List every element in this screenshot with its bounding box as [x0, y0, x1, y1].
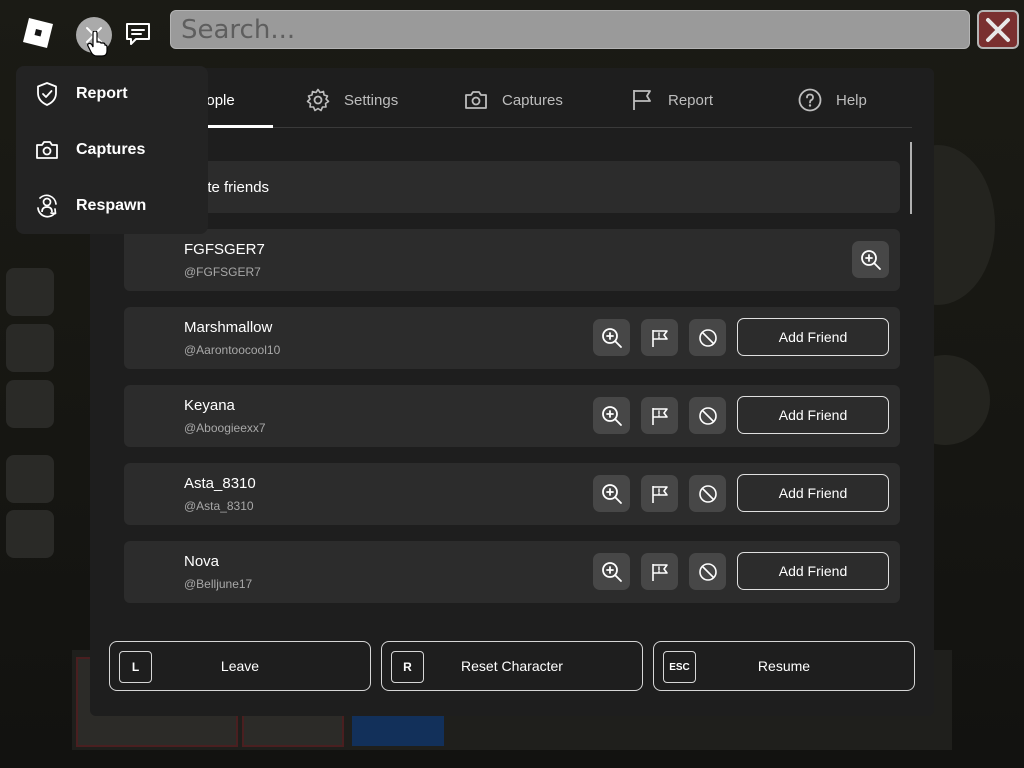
- leave-button[interactable]: L Leave: [109, 641, 371, 691]
- player-handle: @Aarontoocool10: [184, 343, 281, 357]
- block-icon: [698, 328, 717, 347]
- player-row: Nova @Belljune17 Add Friend: [124, 541, 900, 603]
- hand-cursor-icon: [87, 31, 108, 57]
- inspect-button[interactable]: [593, 475, 630, 512]
- player-handle: @Belljune17: [184, 577, 253, 591]
- inspect-button[interactable]: [593, 319, 630, 356]
- search-input[interactable]: [170, 10, 970, 49]
- dropdown-item-label: Report: [76, 85, 128, 102]
- close-x-button[interactable]: [977, 10, 1019, 49]
- add-friend-button[interactable]: Add Friend: [737, 396, 889, 434]
- flag-icon: [651, 563, 668, 581]
- add-friend-button[interactable]: Add Friend: [737, 474, 889, 512]
- scrollbar[interactable]: [910, 142, 912, 214]
- reset-character-label: Reset Character: [461, 658, 563, 674]
- shield-check-icon: [37, 82, 57, 106]
- tab-settings-label: Settings: [344, 91, 399, 109]
- quick-menu-dropdown: Report Captures Respawn: [16, 66, 208, 234]
- key-hint: L: [119, 651, 152, 683]
- flag-icon: [651, 485, 668, 503]
- tab-settings[interactable]: Settings: [306, 72, 398, 128]
- zoom-in-icon: [601, 327, 622, 348]
- add-friend-button[interactable]: Add Friend: [737, 318, 889, 356]
- tab-captures-label: Captures: [502, 91, 563, 109]
- player-name: Asta_8310: [184, 475, 256, 492]
- player-handle: @FGFSGER7: [184, 265, 261, 279]
- zoom-in-icon: [601, 405, 622, 426]
- player-handle: @Aboogieexx7: [184, 421, 266, 435]
- player-handle: @Asta_8310: [184, 499, 254, 513]
- player-name: Marshmallow: [184, 319, 273, 336]
- block-player-button[interactable]: [689, 553, 726, 590]
- block-icon: [698, 406, 717, 425]
- dropdown-item-label: Captures: [76, 141, 146, 158]
- player-name: Nova: [184, 553, 220, 570]
- tab-report-label: Report: [668, 91, 714, 109]
- block-player-button[interactable]: [689, 319, 726, 356]
- reset-character-button[interactable]: R Reset Character: [381, 641, 643, 691]
- key-hint: ESC: [663, 651, 696, 683]
- report-player-button[interactable]: [641, 397, 678, 434]
- tab-bar: People Settings Captures Report Help: [114, 72, 912, 128]
- respawn-icon: [37, 194, 57, 218]
- player-name: FGFSGER7: [184, 241, 265, 258]
- resume-label: Resume: [757, 658, 811, 674]
- report-player-button[interactable]: [641, 553, 678, 590]
- zoom-in-icon: [860, 249, 881, 270]
- resume-button[interactable]: ESC Resume: [653, 641, 915, 691]
- add-friend-button[interactable]: Add Friend: [737, 552, 889, 590]
- camera-icon: [465, 91, 487, 109]
- dropdown-item-respawn[interactable]: Respawn: [16, 182, 208, 230]
- block-player-button[interactable]: [689, 475, 726, 512]
- roblox-logo-icon[interactable]: [22, 17, 54, 49]
- player-row: Asta_8310 @Asta_8310 Add Friend: [124, 463, 900, 525]
- gear-icon: [306, 88, 330, 112]
- camera-icon: [36, 141, 58, 159]
- leave-label: Leave: [220, 658, 260, 674]
- flag-icon: [651, 329, 668, 347]
- player-name: Keyana: [184, 397, 235, 414]
- report-player-button[interactable]: [641, 475, 678, 512]
- zoom-in-icon: [601, 483, 622, 504]
- help-icon: [798, 88, 822, 112]
- tab-help[interactable]: Help: [798, 72, 867, 128]
- tab-captures[interactable]: Captures: [464, 72, 563, 128]
- dropdown-item-label: Respawn: [76, 197, 147, 214]
- dropdown-item-captures[interactable]: Captures: [16, 126, 208, 174]
- close-icon: [986, 17, 1010, 42]
- block-icon: [698, 484, 717, 503]
- dropdown-item-report[interactable]: Report: [16, 70, 208, 118]
- tab-report[interactable]: Report: [630, 72, 713, 128]
- chat-icon[interactable]: [124, 20, 152, 48]
- tab-help-label: Help: [836, 91, 867, 109]
- player-row: FGFSGER7 @FGFSGER7: [124, 229, 900, 291]
- inspect-button[interactable]: [593, 553, 630, 590]
- zoom-in-icon: [601, 561, 622, 582]
- flag-icon: [633, 90, 651, 110]
- inspect-button[interactable]: [593, 397, 630, 434]
- player-row: Marshmallow @Aarontoocool10 Add Friend: [124, 307, 900, 369]
- block-player-button[interactable]: [689, 397, 726, 434]
- report-player-button[interactable]: [641, 319, 678, 356]
- key-hint: R: [391, 651, 424, 683]
- block-icon: [698, 562, 717, 581]
- inspect-button[interactable]: [852, 241, 889, 278]
- player-row: Keyana @Aboogieexx7 Add Friend: [124, 385, 900, 447]
- flag-icon: [651, 407, 668, 425]
- backdrop-side-buttons: [0, 250, 58, 590]
- invite-friends-button[interactable]: Invite friends: [124, 161, 900, 213]
